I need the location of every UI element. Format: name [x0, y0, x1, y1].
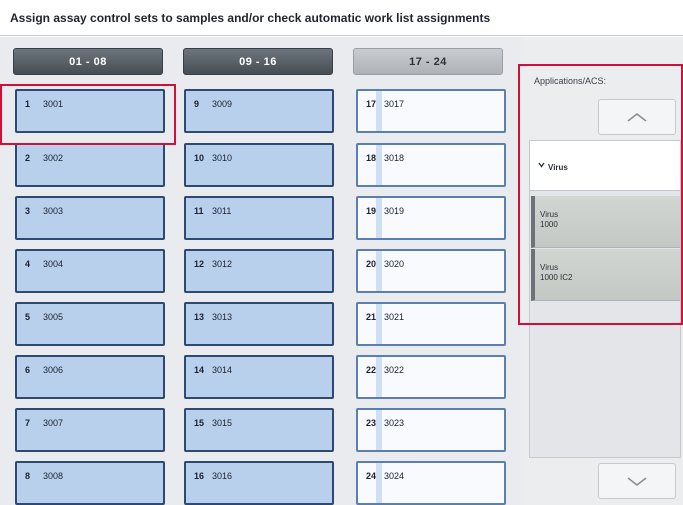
sample-id: 3022	[384, 365, 405, 375]
sample-id: 3014	[212, 365, 233, 375]
sample-cell-1[interactable]: 1 3001	[15, 89, 165, 133]
acs-list: Virus Virus 1000 Virus 1000 IC2	[529, 140, 681, 458]
position-number: 15	[194, 418, 205, 428]
sample-id: 3018	[384, 153, 405, 163]
chevron-down-icon	[627, 477, 647, 487]
sample-cell-6[interactable]: 6 3006	[15, 355, 165, 399]
column-header-17-24[interactable]: 17 - 24	[353, 48, 503, 75]
position-number: 21	[366, 312, 377, 322]
page-title: Assign assay control sets to samples and…	[10, 11, 491, 25]
sample-cell-24[interactable]: 24 3024	[356, 461, 506, 505]
column-header-09-16[interactable]: 09 - 16	[183, 48, 333, 75]
cell-stripe	[376, 463, 382, 503]
position-number: 23	[366, 418, 377, 428]
scroll-down-button[interactable]	[598, 463, 676, 499]
sample-cell-13[interactable]: 13 3013	[184, 302, 334, 346]
chevron-down-icon	[538, 162, 545, 168]
position-number: 7	[25, 418, 31, 428]
sample-id: 3010	[212, 153, 233, 163]
sample-id: 3019	[384, 206, 405, 216]
position-number: 17	[366, 99, 377, 109]
position-number: 14	[194, 365, 205, 375]
sample-cell-20[interactable]: 20 3020	[356, 249, 506, 293]
sample-cell-15[interactable]: 15 3015	[184, 408, 334, 452]
sample-cell-18[interactable]: 18 3018	[356, 143, 506, 187]
sample-cell-21[interactable]: 21 3021	[356, 302, 506, 346]
sample-id: 3020	[384, 259, 405, 269]
sample-id: 3024	[384, 471, 405, 481]
cell-stripe	[376, 145, 382, 185]
column-header-01-08[interactable]: 01 - 08	[13, 48, 163, 75]
sample-cell-9[interactable]: 9 3009	[184, 89, 334, 133]
sample-cell-11[interactable]: 11 3011	[184, 196, 334, 240]
sample-id: 3003	[43, 206, 64, 216]
sample-id: 3001	[43, 99, 64, 109]
sample-cell-10[interactable]: 10 3010	[184, 143, 334, 187]
sample-id: 3006	[43, 365, 64, 375]
acs-item-label: Virus 1000 IC2	[540, 263, 573, 282]
applications-acs-label: Applications/ACS:	[534, 76, 607, 86]
sample-cell-8[interactable]: 8 3008	[15, 461, 165, 505]
position-number: 10	[194, 153, 205, 163]
sample-id: 3016	[212, 471, 233, 481]
sample-cell-16[interactable]: 16 3016	[184, 461, 334, 505]
sample-cell-14[interactable]: 14 3014	[184, 355, 334, 399]
position-number: 4	[25, 259, 31, 269]
title-bar: Assign assay control sets to samples and…	[0, 0, 683, 36]
sample-cell-19[interactable]: 19 3019	[356, 196, 506, 240]
acs-group-label: Virus	[548, 163, 568, 172]
sample-cell-2[interactable]: 2 3002	[15, 143, 165, 187]
acs-group-virus[interactable]: Virus	[530, 141, 680, 191]
sample-id: 3005	[43, 312, 64, 322]
position-number: 13	[194, 312, 205, 322]
position-number: 6	[25, 365, 31, 375]
position-number: 16	[194, 471, 205, 481]
position-number: 12	[194, 259, 205, 269]
sample-cell-7[interactable]: 7 3007	[15, 408, 165, 452]
position-number: 11	[194, 206, 204, 216]
sample-cell-22[interactable]: 22 3022	[356, 355, 506, 399]
sample-id: 3004	[43, 259, 64, 269]
sample-cell-4[interactable]: 4 3004	[15, 249, 165, 293]
cell-stripe	[376, 91, 382, 131]
scroll-up-button[interactable]	[598, 99, 676, 135]
sample-id: 3017	[384, 99, 405, 109]
position-number: 5	[25, 312, 31, 322]
sample-cell-3[interactable]: 3 3003	[15, 196, 165, 240]
cell-stripe	[376, 304, 382, 344]
position-number: 22	[366, 365, 377, 375]
sample-id: 3021	[384, 312, 405, 322]
sample-cell-5[interactable]: 5 3005	[15, 302, 165, 346]
position-number: 24	[366, 471, 377, 481]
sample-id: 3023	[384, 418, 405, 428]
acs-item-virus-1000[interactable]: Virus 1000	[531, 196, 680, 248]
sample-id: 3015	[212, 418, 233, 428]
position-number: 19	[366, 206, 377, 216]
cell-stripe	[376, 410, 382, 450]
cell-stripe	[376, 357, 382, 397]
position-number: 9	[194, 99, 200, 109]
sample-id: 3013	[212, 312, 233, 322]
sample-id: 3008	[43, 471, 64, 481]
position-number: 8	[25, 471, 31, 481]
chevron-up-icon	[627, 112, 647, 122]
position-number: 20	[366, 259, 377, 269]
sample-id: 3011	[212, 206, 232, 216]
acs-item-virus-1000-ic2[interactable]: Virus 1000 IC2	[531, 249, 680, 301]
cell-stripe	[376, 251, 382, 291]
sample-cell-17[interactable]: 17 3017	[356, 89, 506, 133]
position-number: 2	[25, 153, 31, 163]
position-number: 3	[25, 206, 31, 216]
position-number: 1	[25, 99, 31, 109]
sample-id: 3007	[43, 418, 64, 428]
sample-id: 3012	[212, 259, 233, 269]
sample-id: 3002	[43, 153, 64, 163]
position-number: 18	[366, 153, 377, 163]
sample-cell-23[interactable]: 23 3023	[356, 408, 506, 452]
sample-id: 3009	[212, 99, 233, 109]
sample-cell-12[interactable]: 12 3012	[184, 249, 334, 293]
cell-stripe	[376, 198, 382, 238]
acs-item-label: Virus 1000	[540, 210, 559, 229]
